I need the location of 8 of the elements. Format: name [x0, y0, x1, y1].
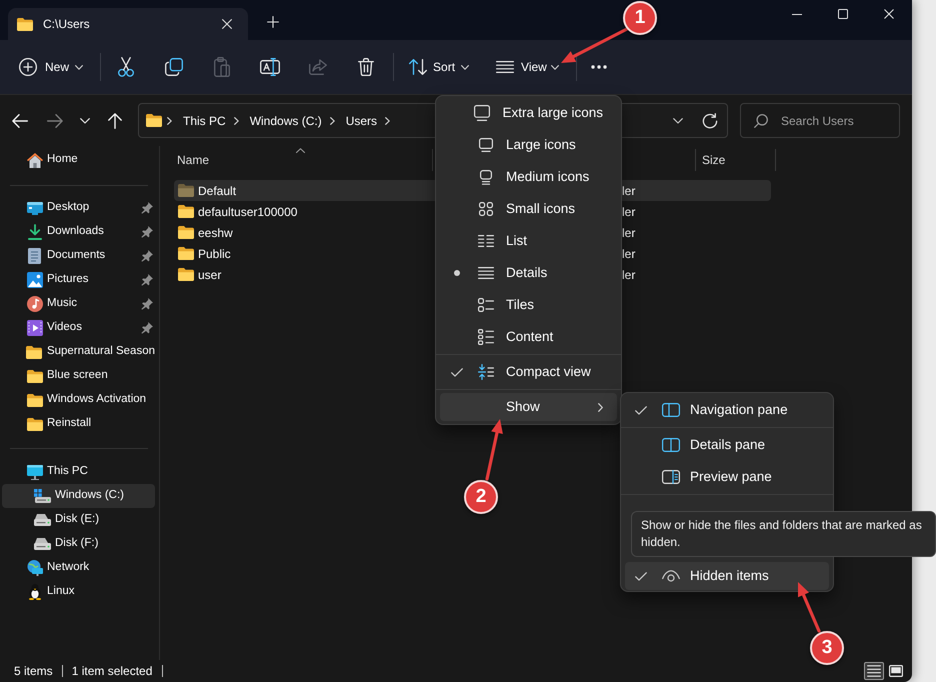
- column-text: ler: [622, 246, 636, 262]
- tooltip: Show or hide the files and folders that are marked as hidden.: [631, 511, 936, 557]
- item-count: 5 items: [14, 663, 53, 680]
- selection-count: 1 item selected: [72, 663, 152, 680]
- column-text: ler: [622, 266, 636, 284]
- column-text: ler: [622, 224, 636, 242]
- column-text: ler: [622, 204, 636, 220]
- column-text: ler: [622, 182, 636, 200]
